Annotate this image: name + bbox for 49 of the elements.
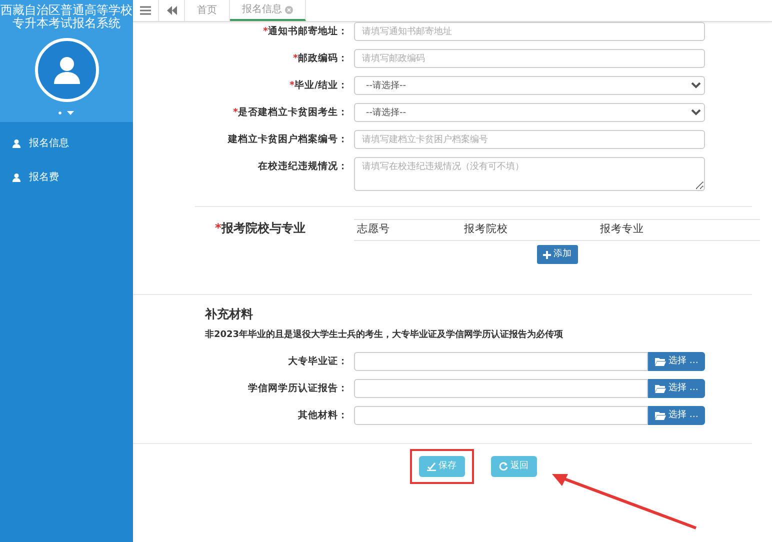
menu-icon (140, 6, 151, 15)
user-icon (52, 55, 82, 85)
tab[interactable]: 首页 (185, 0, 230, 21)
sidebar-title: 西藏自治区普通高等学校 (0, 4, 132, 17)
field-label: *通知书邮寄地址： (262, 24, 348, 39)
sidebar-item[interactable]: 报名信息 (0, 130, 133, 157)
user-icon (12, 139, 21, 148)
field-label: 大专毕业证： (287, 354, 348, 369)
folder-icon (654, 384, 666, 393)
close-icon[interactable] (285, 6, 293, 14)
column-header: 报考专业 (600, 222, 645, 237)
field-label: *毕业/结业： (288, 79, 348, 93)
field-label: 其他材料： (297, 408, 348, 423)
double-arrow-left-icon (166, 6, 176, 15)
sidebar-item[interactable]: 报名费 (0, 164, 133, 191)
folder-icon (654, 356, 666, 366)
section-title: 补充材料 (205, 306, 254, 324)
notice-text: 非2023年毕业的且是退役大学生士兵的考生，大专毕业证及学信网学历认证报告为必传项 (205, 329, 564, 342)
sidebar-title: 专升本考试报名系统 (12, 17, 122, 30)
field-label: *是否建档立卡贫困考生： (232, 106, 348, 120)
choose-file-button[interactable]: 选择 … (648, 378, 705, 398)
section-title: *报考院校与专业 (215, 220, 306, 237)
file-field[interactable] (354, 406, 648, 425)
field-label: 学信网学历认证报告： (247, 382, 348, 396)
folder-icon (654, 410, 666, 420)
dropdown-caret-icon[interactable] (56, 110, 76, 116)
field-label: 建档立卡贫困户档案编号： (226, 132, 348, 147)
user-icon (12, 173, 21, 182)
field-label: *邮政编码： (292, 52, 348, 66)
choose-file-button[interactable]: 选择 … (648, 352, 705, 371)
text-area[interactable]: 请填写在校违纪违规情况（没有可不填） (354, 157, 705, 191)
column-header: 志愿号 (357, 222, 391, 237)
input-field[interactable]: 请填写通知书邮寄地址 (354, 22, 705, 41)
input-field[interactable]: 请填写邮政编码 (354, 49, 705, 68)
refresh-icon (498, 462, 508, 471)
add-button[interactable]: 添加 (536, 244, 578, 264)
select-field[interactable]: --请选择-- (354, 103, 705, 122)
tab[interactable]: 报名信息 (230, 0, 306, 21)
scroll-left-button[interactable] (159, 0, 185, 21)
input-field[interactable]: 请填写建档立卡贫困户档案编号 (354, 130, 705, 149)
plus-icon (542, 250, 550, 258)
file-field[interactable] (354, 378, 648, 398)
column-header: 报考院校 (464, 222, 509, 237)
file-field[interactable] (354, 352, 648, 371)
edit-icon (426, 462, 436, 471)
choose-file-button[interactable]: 选择 … (648, 406, 705, 425)
field-label: 在校违纪违规情况： (256, 160, 348, 174)
select-field[interactable]: --请选择-- (354, 76, 705, 95)
menu-button[interactable] (133, 0, 159, 21)
